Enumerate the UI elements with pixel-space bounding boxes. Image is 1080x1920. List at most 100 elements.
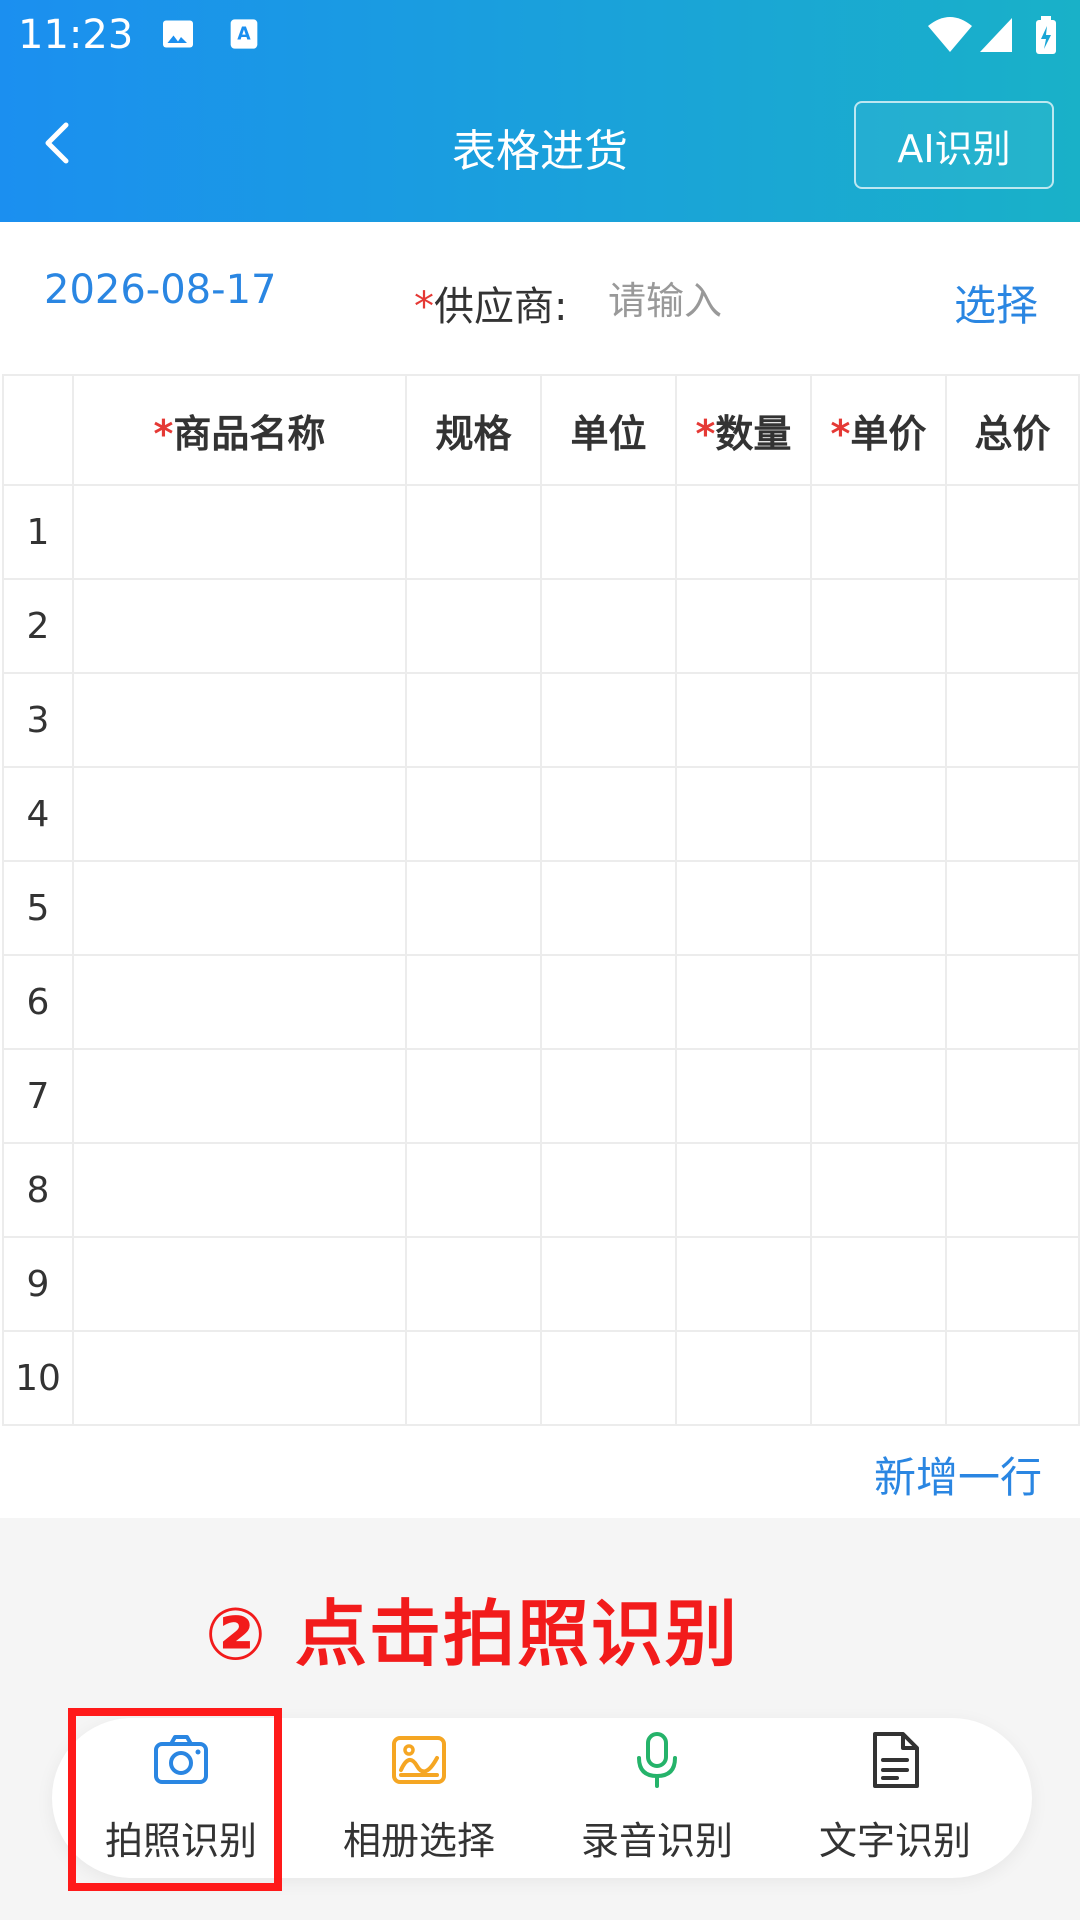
tool-label: 相册选择 (342, 1819, 495, 1863)
unit-price-cell[interactable] (810, 578, 947, 674)
quantity-cell[interactable] (675, 1236, 812, 1332)
quantity-cell[interactable] (675, 1142, 812, 1238)
total-price-cell[interactable] (945, 672, 1080, 768)
unit-price-cell[interactable] (810, 1236, 947, 1332)
select-supplier-button[interactable]: 选择 (954, 272, 1038, 333)
product-name-cell[interactable] (72, 954, 407, 1050)
purchase-form: 2026-08-17 *供应商: 请输入 选择 *商品名称 规格 单位 *数量 … (0, 222, 1080, 1518)
total-price-cell[interactable] (945, 1330, 1080, 1426)
unit-cell[interactable] (540, 578, 677, 674)
product-name-cell[interactable] (72, 860, 407, 956)
voice-recognize-button[interactable]: 录音识别 (538, 1718, 776, 1878)
quantity-cell[interactable] (675, 578, 812, 674)
product-name-cell[interactable] (72, 578, 407, 674)
supplier-label: *供应商: (414, 274, 567, 332)
spec-cell[interactable] (405, 1330, 542, 1426)
column-header-quantity: *数量 (675, 374, 812, 486)
signal-icon (980, 18, 1012, 52)
highlight-box (68, 1708, 282, 1891)
spec-cell[interactable] (405, 484, 542, 580)
product-name-cell[interactable] (72, 1142, 407, 1238)
battery-icon (1036, 16, 1056, 54)
wifi-icon (928, 17, 972, 52)
image-notification-icon (163, 20, 193, 48)
svg-text:A: A (237, 24, 251, 44)
row-index: 9 (2, 1236, 74, 1332)
table-row: 8 (2, 1142, 1080, 1238)
unit-price-cell[interactable] (810, 1048, 947, 1144)
spec-cell[interactable] (405, 1236, 542, 1332)
spec-cell[interactable] (405, 578, 542, 674)
unit-cell[interactable] (540, 860, 677, 956)
product-name-cell[interactable] (72, 1330, 407, 1426)
unit-cell[interactable] (540, 1142, 677, 1238)
spec-cell[interactable] (405, 672, 542, 768)
quantity-cell[interactable] (675, 954, 812, 1050)
ai-recognize-button[interactable]: AI识别 (854, 101, 1054, 189)
table-row: 2 (2, 578, 1080, 674)
unit-price-cell[interactable] (810, 860, 947, 956)
unit-price-cell[interactable] (810, 484, 947, 580)
quantity-cell[interactable] (675, 484, 812, 580)
table-row: 3 (2, 672, 1080, 768)
total-price-cell[interactable] (945, 766, 1080, 862)
table-row: 4 (2, 766, 1080, 862)
quantity-cell[interactable] (675, 1048, 812, 1144)
product-name-cell[interactable] (72, 766, 407, 862)
product-name-cell[interactable] (72, 672, 407, 768)
supplier-input[interactable]: 请输入 (608, 270, 722, 325)
total-price-cell[interactable] (945, 1048, 1080, 1144)
unit-price-cell[interactable] (810, 1142, 947, 1238)
spec-cell[interactable] (405, 1142, 542, 1238)
spec-cell[interactable] (405, 766, 542, 862)
total-price-cell[interactable] (945, 1142, 1080, 1238)
unit-cell[interactable] (540, 1236, 677, 1332)
row-index: 10 (2, 1330, 74, 1426)
row-index: 2 (2, 578, 74, 674)
album-icon (392, 1736, 446, 1784)
spec-cell[interactable] (405, 954, 542, 1050)
product-name-cell[interactable] (72, 1236, 407, 1332)
table-header-row: *商品名称 规格 单位 *数量 *单价 总价 (2, 374, 1080, 486)
unit-cell[interactable] (540, 954, 677, 1050)
unit-cell[interactable] (540, 484, 677, 580)
quantity-cell[interactable] (675, 1330, 812, 1426)
total-price-cell[interactable] (945, 1236, 1080, 1332)
unit-cell[interactable] (540, 672, 677, 768)
row-index: 4 (2, 766, 74, 862)
unit-price-cell[interactable] (810, 672, 947, 768)
spec-cell[interactable] (405, 860, 542, 956)
unit-cell[interactable] (540, 1330, 677, 1426)
text-recognize-button[interactable]: 文字识别 (776, 1718, 1014, 1878)
quantity-cell[interactable] (675, 672, 812, 768)
row-index: 5 (2, 860, 74, 956)
unit-price-cell[interactable] (810, 954, 947, 1050)
row-index: 6 (2, 954, 74, 1050)
row-index: 1 (2, 484, 74, 580)
album-select-button[interactable]: 相册选择 (300, 1718, 538, 1878)
spec-cell[interactable] (405, 1048, 542, 1144)
total-price-cell[interactable] (945, 484, 1080, 580)
column-header-unit-price: *单价 (810, 374, 947, 486)
product-name-cell[interactable] (72, 484, 407, 580)
table-row: 7 (2, 1048, 1080, 1144)
supplier-label-text: 供应商: (434, 284, 568, 330)
quantity-cell[interactable] (675, 766, 812, 862)
date-picker[interactable]: 2026-08-17 (44, 267, 276, 313)
unit-cell[interactable] (540, 1048, 677, 1144)
instruction-hint: ② 点击拍照识别 (205, 1592, 740, 1676)
column-header-total-price: 总价 (945, 374, 1080, 486)
quantity-cell[interactable] (675, 860, 812, 956)
add-row-button[interactable]: 新增一行 (874, 1444, 1042, 1505)
unit-price-cell[interactable] (810, 1330, 947, 1426)
table-row: 6 (2, 954, 1080, 1050)
unit-price-cell[interactable] (810, 766, 947, 862)
total-price-cell[interactable] (945, 954, 1080, 1050)
total-price-cell[interactable] (945, 578, 1080, 674)
product-name-cell[interactable] (72, 1048, 407, 1144)
table-row: 10 (2, 1330, 1080, 1426)
total-price-cell[interactable] (945, 860, 1080, 956)
microphone-icon (637, 1732, 677, 1788)
unit-cell[interactable] (540, 766, 677, 862)
table-row: 1 (2, 484, 1080, 580)
